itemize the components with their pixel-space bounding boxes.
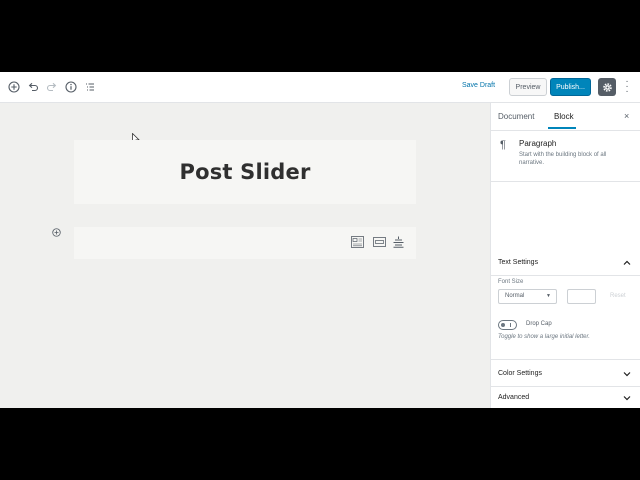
tab-document[interactable]: Document: [498, 112, 534, 121]
drop-cap-help: Toggle to show a large initial letter.: [498, 334, 590, 340]
drop-cap-label: Drop Cap: [526, 321, 552, 327]
text-settings-panel-header[interactable]: Text Settings: [491, 251, 640, 276]
align-icon[interactable]: [392, 236, 405, 248]
redo-icon[interactable]: [45, 80, 59, 94]
editor-canvas: Post Slider: [0, 103, 490, 408]
post-slider-heading-block[interactable]: Post Slider: [74, 140, 416, 204]
paragraph-icon: ¶: [500, 139, 506, 151]
add-block-icon[interactable]: [52, 228, 61, 237]
block-card-description: Start with the building block of all nar…: [519, 152, 607, 166]
list-icon[interactable]: [83, 80, 97, 94]
sidebar-tabs: Document Block ×: [491, 103, 640, 131]
undo-icon[interactable]: [26, 80, 40, 94]
chevron-down-icon: [623, 396, 631, 401]
chevron-up-icon: [623, 260, 631, 265]
toggle-knob: [501, 323, 505, 327]
more-vertical-icon[interactable]: · · ·: [623, 77, 631, 97]
block-card: ¶ Paragraph Start with the building bloc…: [491, 131, 640, 182]
font-size-label: Font Size: [498, 279, 524, 285]
save-draft-button[interactable]: Save Draft: [462, 82, 495, 89]
slider-icon[interactable]: [373, 236, 386, 248]
panel-title: Advanced: [498, 394, 530, 401]
drop-cap-toggle[interactable]: [498, 320, 517, 330]
plus-circle-icon[interactable]: [7, 80, 21, 94]
advanced-panel-header[interactable]: Advanced: [491, 386, 640, 408]
caret-down-icon: ▼: [546, 293, 551, 299]
chevron-down-icon: [623, 372, 631, 377]
block-card-title: Paragraph: [519, 139, 557, 148]
post-slider-heading: Post Slider: [179, 160, 311, 184]
custom-font-size-input[interactable]: [567, 289, 596, 304]
preview-button[interactable]: Preview: [509, 78, 547, 96]
active-tab-indicator: [548, 127, 576, 129]
panel-title: Text Settings: [498, 259, 539, 266]
info-icon[interactable]: [64, 80, 78, 94]
post-grid-icon[interactable]: [351, 236, 364, 248]
panel-title: Color Settings: [498, 370, 542, 377]
publish-button[interactable]: Publish...: [550, 78, 591, 96]
gear-icon[interactable]: [598, 78, 616, 96]
font-size-select[interactable]: Normal ▼: [498, 289, 557, 304]
post-slider-block[interactable]: [74, 227, 416, 259]
font-size-value: Normal: [505, 293, 525, 299]
tab-block[interactable]: Block: [554, 112, 574, 121]
toggle-bar: [510, 323, 511, 327]
color-settings-panel-header[interactable]: Color Settings: [491, 359, 640, 387]
top-toolbar: Save Draft Preview Publish... · · ·: [0, 72, 640, 103]
editor-window: Save Draft Preview Publish... · · · Post S…: [0, 72, 640, 408]
close-icon[interactable]: ×: [624, 111, 629, 121]
reset-button[interactable]: Reset: [610, 293, 626, 299]
settings-sidebar: Document Block × ¶ Paragraph Start with …: [490, 103, 640, 408]
